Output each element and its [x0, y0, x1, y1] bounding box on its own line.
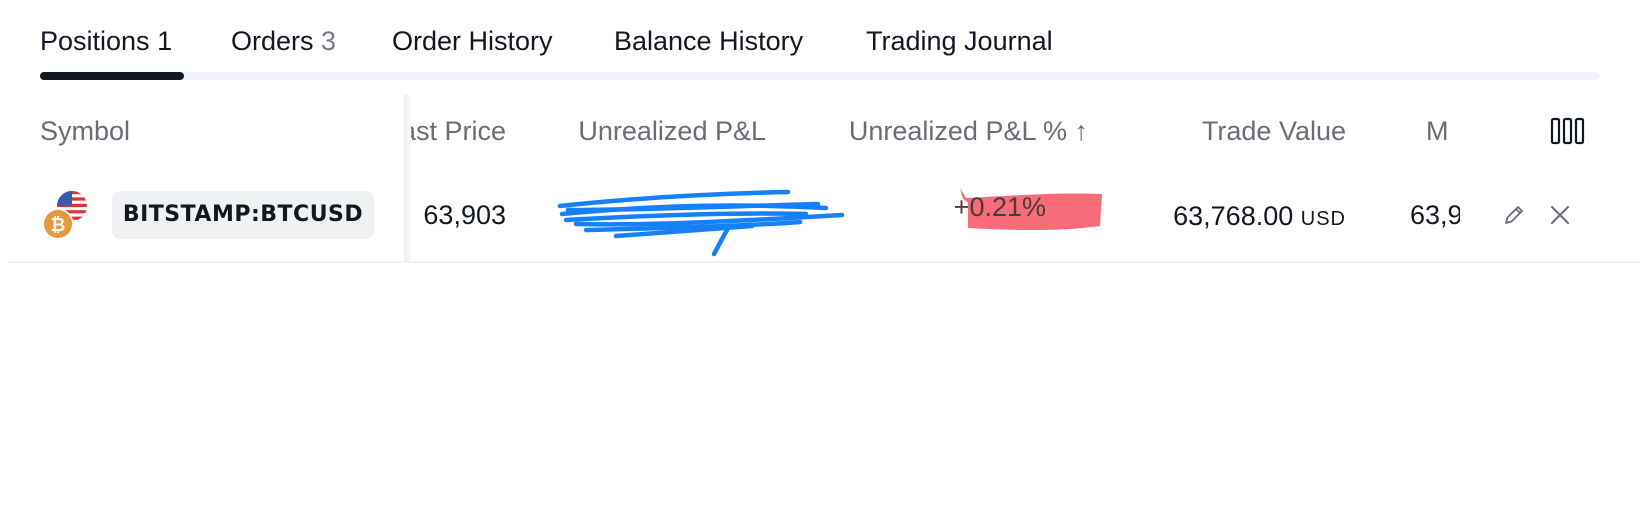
trade-value-cell: 63,768.00 USD [1120, 201, 1346, 232]
last-price-cell: 63,903 [404, 196, 508, 236]
tab-count: 1 [157, 26, 173, 56]
tab-trading-journal[interactable]: Trading Journal [866, 26, 1053, 57]
unrealized-pnl-pct-value: +0.21% [953, 192, 1046, 222]
market-value: 63,9 [1410, 200, 1460, 230]
unrealized-pnl-cell [556, 186, 846, 258]
symbol-logo: ₿ [40, 190, 90, 244]
unrealized-pnl-pct-cell: +0.21% [954, 186, 1102, 232]
active-tab-indicator [40, 72, 184, 80]
column-header-market-value[interactable]: M [1426, 116, 1449, 147]
us-flag-icon: ₿ [42, 191, 87, 240]
sticky-column-shadow [404, 95, 411, 263]
tab-count: 3 [321, 26, 337, 56]
row-divider [8, 261, 1640, 263]
column-header-last-price-clip: Last Price [404, 112, 508, 152]
trade-value-unit: USD [1300, 208, 1346, 230]
tab-bar: Positions 1 Orders 3 Order History Balan… [0, 0, 1640, 82]
column-header-unrealized-pnl-pct[interactable]: Unrealized P&L % ↑ [800, 116, 1088, 147]
tab-order-history[interactable]: Order History [392, 26, 553, 57]
pencil-icon[interactable] [1502, 203, 1526, 232]
market-value-cell: 63,9 [1402, 196, 1460, 236]
trade-value: 63,768.00 [1173, 201, 1294, 231]
symbol-chip[interactable]: BITSTAMP:BTCUSD [112, 191, 374, 239]
column-header-trade-value[interactable]: Trade Value [1140, 116, 1346, 147]
tab-label: Trading Journal [866, 26, 1053, 56]
column-header-unrealized-pnl[interactable]: Unrealized P&L [540, 116, 766, 147]
column-header-market-value-clip: M [1402, 112, 1460, 152]
tab-label: Positions [40, 26, 150, 56]
tab-track [40, 72, 1600, 80]
column-header-symbol[interactable]: Symbol [40, 116, 130, 147]
column-header-last-price[interactable]: Last Price [404, 116, 506, 147]
tab-label: Balance History [614, 26, 804, 56]
close-icon[interactable] [1548, 203, 1572, 232]
svg-text:₿: ₿ [51, 215, 66, 236]
last-price-value: 63,903 [423, 200, 506, 230]
redaction-scribble [557, 189, 845, 257]
tab-label: Order History [392, 26, 553, 56]
tab-positions[interactable]: Positions 1 [40, 26, 172, 57]
tab-label: Orders [231, 26, 314, 56]
columns-settings-icon[interactable] [1550, 117, 1586, 152]
tab-orders[interactable]: Orders 3 [231, 26, 336, 57]
tab-balance-history[interactable]: Balance History [614, 26, 803, 57]
